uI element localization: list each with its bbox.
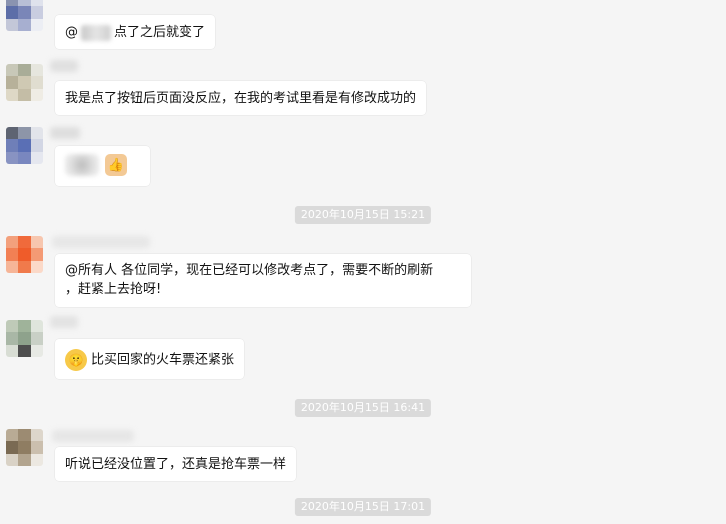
timestamp-text: 2020年10月15日 17:01 [300, 500, 426, 513]
redacted-emoji [65, 154, 99, 176]
sender-name-redacted [52, 430, 134, 442]
message-bubble[interactable]: @ 点了之后就变了 [55, 15, 216, 49]
message-bubble[interactable]: @所有人 各位同学，现在已经可以修改考点了，需要不断的刷新 ，赶紧上去抢呀! [55, 254, 471, 307]
avatar[interactable] [6, 64, 43, 101]
message-text: @所有人 各位同学，现在已经可以修改考点了，需要不断的刷新 [65, 263, 434, 278]
message-text: @ [65, 25, 78, 40]
message-text: 听说已经没位置了，还真是抢车票一样 [65, 457, 287, 472]
timestamp-text: 2020年10月15日 16:41 [300, 401, 426, 414]
message-text: 比买回家的火车票还紧张 [91, 352, 235, 368]
thumbs-up-icon: 👍 [105, 154, 127, 176]
shushing-face-icon: 🤫 [65, 349, 87, 371]
message-bubble[interactable]: 我是点了按钮后页面没反应，在我的考试里看是有修改成功的 [55, 81, 427, 115]
sender-name-redacted [52, 236, 150, 248]
avatar[interactable] [6, 429, 43, 466]
sender-name-redacted [50, 60, 78, 72]
message-text: 点了之后就变了 [114, 25, 206, 40]
message-bubble[interactable]: 听说已经没位置了，还真是抢车票一样 [55, 447, 297, 481]
avatar[interactable] [6, 0, 43, 31]
avatar[interactable] [6, 236, 43, 273]
message-text: 我是点了按钮后页面没反应，在我的考试里看是有修改成功的 [65, 91, 417, 106]
avatar[interactable] [6, 320, 43, 357]
timestamp-text: 2020年10月15日 15:21 [300, 208, 426, 221]
message-bubble[interactable]: 🤫 比买回家的火车票还紧张 [55, 339, 245, 379]
message-bubble[interactable]: 👍 [55, 146, 150, 186]
sender-name-redacted [50, 316, 78, 328]
sender-name-redacted [50, 127, 80, 139]
timestamp: 2020年10月15日 16:41 [294, 399, 432, 417]
timestamp: 2020年10月15日 17:01 [294, 498, 432, 516]
redacted-mention [81, 24, 111, 41]
avatar[interactable] [6, 127, 43, 164]
message-text: ，赶紧上去抢呀! [65, 282, 162, 297]
timestamp: 2020年10月15日 15:21 [294, 206, 432, 224]
